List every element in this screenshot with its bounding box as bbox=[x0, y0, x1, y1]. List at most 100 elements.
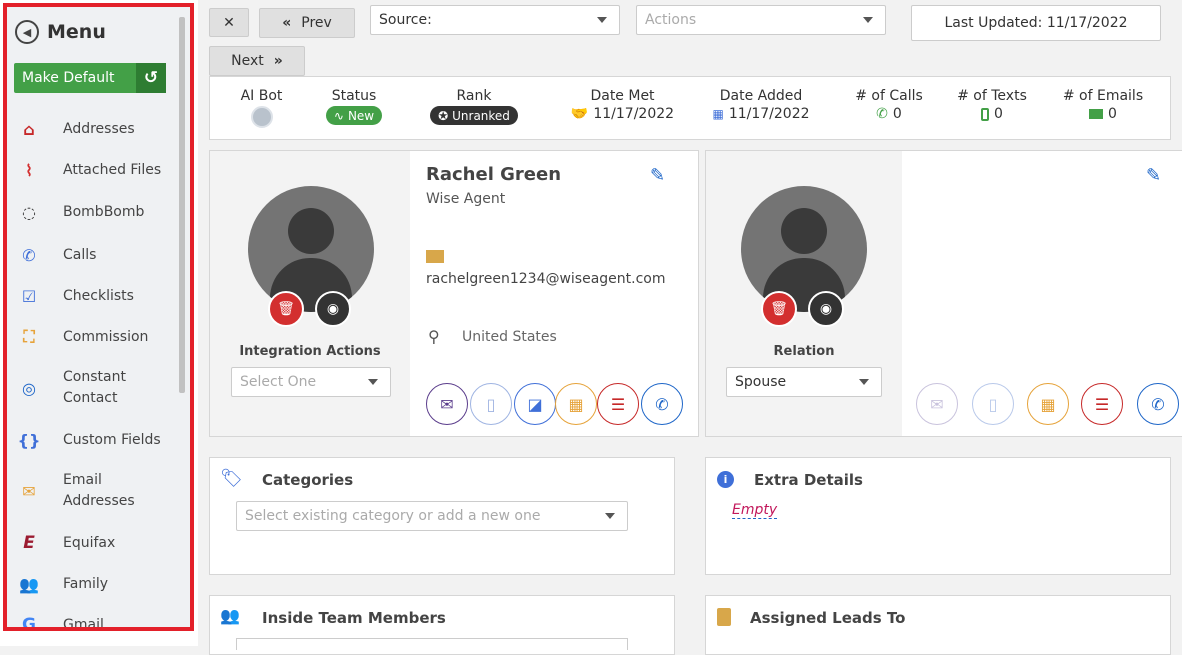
email-action-button[interactable]: ✉ bbox=[426, 383, 468, 425]
extra-details-value[interactable]: Empty bbox=[732, 502, 778, 519]
assigned-leads-panel: Assigned Leads To bbox=[705, 595, 1171, 655]
integration-actions-select[interactable]: Select One bbox=[231, 367, 391, 397]
assigned-leads-title: Assigned Leads To bbox=[750, 609, 906, 627]
home-icon: ⌂ bbox=[23, 119, 35, 139]
calendar-action-button[interactable]: ▦ bbox=[1027, 383, 1069, 425]
contact-card: 🗑 ◉ Integration Actions Select One Rache… bbox=[209, 150, 699, 437]
relation-card: 🗑 ◉ Relation Spouse ✎ ✉ ▯ ▦ ☰ ✆ bbox=[705, 150, 1182, 437]
make-default-button[interactable]: Make Default ↺ bbox=[14, 63, 166, 93]
sidebar-item-attached-files[interactable]: ⌇ Attached Files bbox=[17, 159, 175, 181]
note-action-button[interactable]: ◪ bbox=[514, 383, 556, 425]
email-action-button[interactable]: ✉ bbox=[916, 383, 958, 425]
envelope-icon bbox=[426, 250, 444, 263]
text-action-button[interactable]: ▯ bbox=[470, 383, 512, 425]
categories-placeholder: Select existing category or add a new on… bbox=[245, 508, 541, 524]
reset-icon[interactable]: ↺ bbox=[136, 63, 166, 93]
sidebar-item-label: Addresses bbox=[63, 120, 135, 137]
edit-pencil-icon[interactable]: ✎ bbox=[650, 165, 665, 186]
date-met-value: 11/17/2022 bbox=[593, 106, 675, 122]
calendar-action-button[interactable]: ▦ bbox=[555, 383, 597, 425]
sidebar-item-bombbomb[interactable]: ◌ BombBomb bbox=[17, 201, 175, 223]
extra-details-panel: i Extra Details Empty bbox=[705, 457, 1171, 575]
back-arrow-icon[interactable]: ◀ bbox=[15, 20, 39, 44]
next-button[interactable]: Next » bbox=[209, 46, 305, 76]
file-icon bbox=[717, 608, 731, 626]
ai-bot-label: AI Bot bbox=[240, 88, 283, 104]
sidebar-item-label: Custom Fields bbox=[63, 431, 161, 448]
delete-photo-button[interactable]: 🗑 bbox=[268, 291, 304, 327]
task-list-action-button[interactable]: ☰ bbox=[1081, 383, 1123, 425]
close-button[interactable]: ✕ bbox=[209, 8, 249, 37]
sidebar-item-label: Commission bbox=[63, 328, 149, 345]
sidebar-item-constant-contact[interactable]: ◎ Constant Contact bbox=[17, 367, 175, 409]
sidebar-item-addresses[interactable]: ⌂ Addresses bbox=[17, 118, 175, 140]
sidebar: ◀ Menu Make Default ↺ ⌂ Addresses ⌇ Attache… bbox=[0, 0, 198, 646]
sidebar-item-calls[interactable]: ✆ Calls bbox=[17, 244, 175, 266]
chevron-down-icon bbox=[859, 379, 869, 385]
sidebar-item-equifax[interactable]: E Equifax bbox=[17, 532, 175, 554]
date-met-stat: Date Met 🤝 11/17/2022 bbox=[570, 88, 675, 122]
chevron-down-icon bbox=[605, 513, 615, 519]
upload-photo-button[interactable]: ◉ bbox=[808, 291, 844, 327]
pulse-icon: ∿ bbox=[333, 108, 344, 123]
robot-icon[interactable] bbox=[250, 106, 273, 128]
source-select[interactable]: Source: bbox=[370, 5, 620, 35]
task-list-action-button[interactable]: ☰ bbox=[597, 383, 639, 425]
actions-placeholder: Actions bbox=[645, 12, 697, 28]
text-action-button[interactable]: ▯ bbox=[972, 383, 1014, 425]
categories-panel: 🏷 Categories Select existing category or… bbox=[209, 457, 675, 575]
sidebar-item-email-addresses[interactable]: ✉ Email Addresses bbox=[17, 470, 175, 512]
camera-icon: ◉ bbox=[326, 301, 340, 317]
emails-value: 0 bbox=[1108, 106, 1117, 122]
sidebar-scrollbar[interactable] bbox=[179, 17, 185, 393]
sidebar-item-commission[interactable]: ⛶ Commission bbox=[17, 326, 175, 348]
medal-icon: ✪ bbox=[438, 108, 449, 123]
users-icon: 👥 bbox=[220, 606, 240, 625]
actions-select[interactable]: Actions bbox=[636, 5, 886, 35]
phone-icon: ✆ bbox=[22, 245, 36, 265]
chevron-down-icon bbox=[863, 17, 873, 23]
sidebar-item-gmail[interactable]: G Gmail bbox=[17, 614, 175, 627]
edit-pencil-icon[interactable]: ✎ bbox=[1146, 165, 1161, 186]
relation-label: Relation bbox=[773, 344, 835, 359]
camera-icon: ◉ bbox=[819, 301, 833, 317]
relation-select[interactable]: Spouse bbox=[726, 367, 882, 397]
upload-photo-button[interactable]: ◉ bbox=[315, 291, 351, 327]
status-label: Status bbox=[331, 88, 377, 104]
rank-badge[interactable]: ✪ Unranked bbox=[430, 106, 518, 125]
trash-icon: 🗑 bbox=[277, 301, 295, 317]
inside-team-select[interactable] bbox=[236, 638, 628, 650]
sidebar-item-family[interactable]: 👥 Family bbox=[17, 573, 175, 595]
paperclip-icon: ⌇ bbox=[25, 160, 33, 180]
envelope-open-icon: ✉ bbox=[22, 481, 36, 501]
menu-header[interactable]: ◀ Menu bbox=[15, 17, 106, 47]
call-action-button[interactable]: ✆ bbox=[641, 383, 683, 425]
date-added-value: 11/17/2022 bbox=[728, 106, 810, 122]
checkbox-icon: ☑ bbox=[21, 286, 37, 306]
mobile-icon: ▯ bbox=[988, 394, 998, 414]
sidebar-item-checklists[interactable]: ☑ Checklists bbox=[17, 285, 175, 307]
relation-value: Spouse bbox=[735, 374, 787, 390]
inside-team-panel: 👥 Inside Team Members bbox=[209, 595, 675, 655]
sidebar-item-label: Equifax bbox=[63, 534, 116, 551]
call-action-button[interactable]: ✆ bbox=[1137, 383, 1179, 425]
rank-value: Unranked bbox=[452, 108, 510, 123]
calendar-icon: ▦ bbox=[712, 107, 724, 121]
delete-photo-button[interactable]: 🗑 bbox=[761, 291, 797, 327]
status-badge[interactable]: ∿ New bbox=[325, 106, 383, 125]
mobile-icon: ▯ bbox=[486, 394, 496, 414]
calls-value: 0 bbox=[892, 106, 902, 122]
mobile-icon bbox=[981, 107, 990, 121]
ai-bot-stat: AI Bot bbox=[224, 88, 299, 128]
calls-stat: # of Calls ✆ 0 bbox=[850, 88, 928, 122]
sticky-note-icon: ◪ bbox=[527, 394, 543, 414]
contact-email[interactable]: rachelgreen1234@wiseagent.com bbox=[426, 271, 666, 287]
sidebar-item-custom-fields[interactable]: {} Custom Fields bbox=[17, 429, 175, 451]
categories-select[interactable]: Select existing category or add a new on… bbox=[236, 501, 628, 531]
integration-actions-label: Integration Actions bbox=[239, 344, 381, 359]
next-label: Next bbox=[231, 53, 264, 69]
prev-button[interactable]: « Prev bbox=[259, 8, 355, 38]
handshake-icon: 🤝 bbox=[570, 106, 589, 122]
tags-icon: 🏷 bbox=[220, 468, 243, 489]
sidebar-item-label: Email Addresses bbox=[63, 472, 135, 509]
